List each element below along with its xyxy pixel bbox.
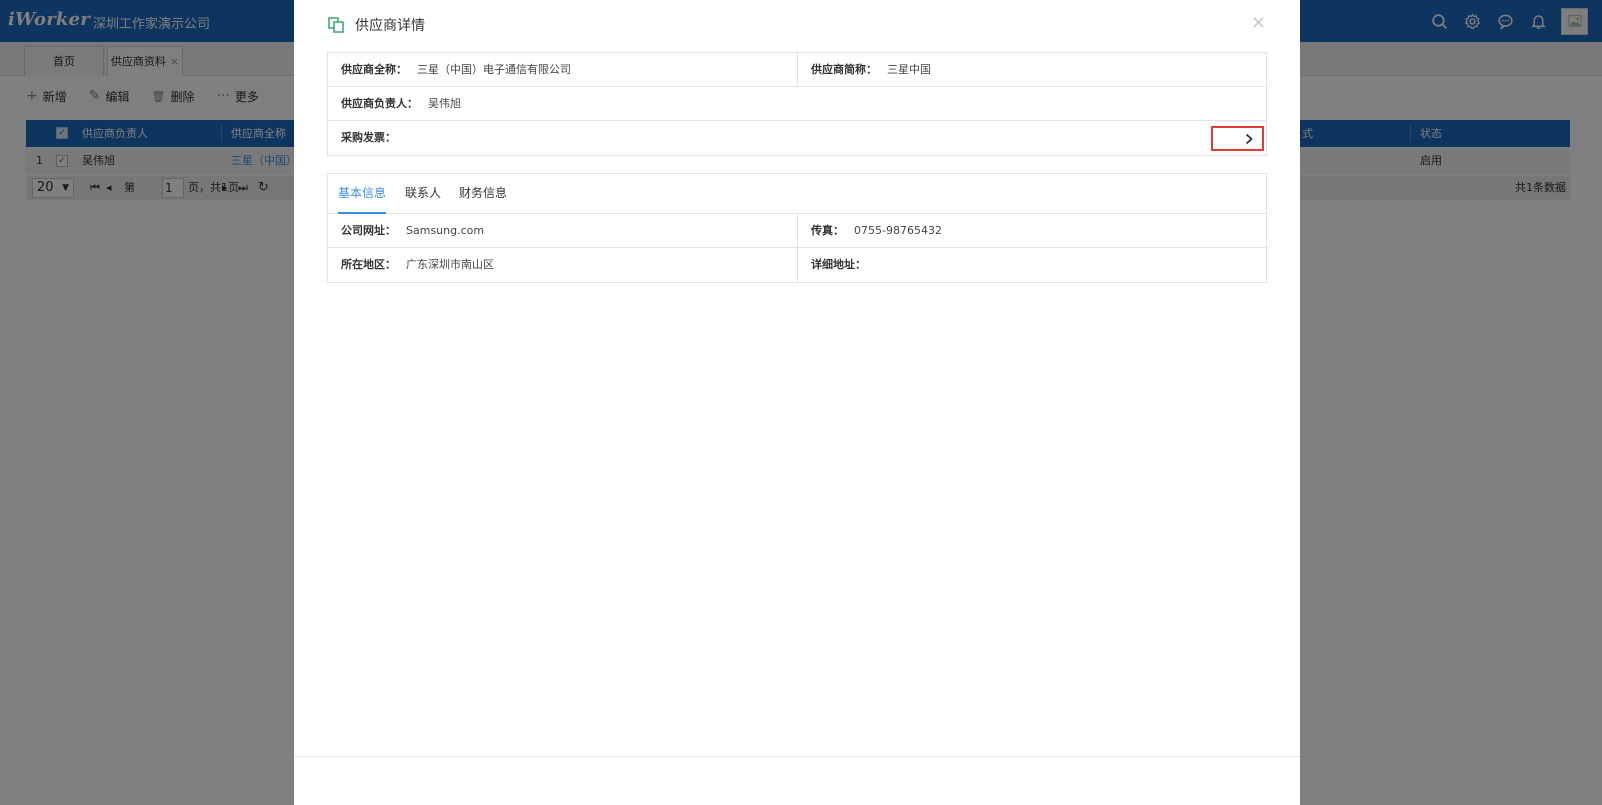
owner-label: 供应商负责人： (341, 97, 418, 110)
modal-header: 供应商详情 × (294, 0, 1300, 50)
close-icon[interactable]: × (1251, 14, 1266, 32)
detail-row-region-address: 所在地区： 广东深圳市南山区 详细地址： (328, 248, 1266, 282)
full-name-label: 供应商全称： (341, 63, 407, 76)
region-field: 所在地区： 广东深圳市南山区 (328, 248, 798, 282)
fax-value: 0755-98765432 (854, 224, 942, 237)
short-name-field: 供应商简称： 三星中国 (798, 53, 1268, 87)
tab-finance-info[interactable]: 财务信息 (459, 174, 507, 214)
summary-row-names: 供应商全称： 三星（中国）电子通信有限公司 供应商简称： 三星中国 (328, 53, 1266, 87)
detail-row-web-fax: 公司网址： Samsung.com 传真： 0755-98765432 (328, 214, 1266, 248)
supplier-detail-modal: 供应商详情 × 供应商全称： 三星（中国）电子通信有限公司 供应商简称： 三星中国 … (294, 0, 1300, 805)
region-value: 广东深圳市南山区 (406, 258, 494, 271)
address-label: 详细地址： (811, 258, 866, 271)
summary-row-owner: 供应商负责人： 吴伟旭 (328, 87, 1266, 121)
tab-contacts[interactable]: 联系人 (405, 174, 441, 214)
fax-field: 传真： 0755-98765432 (798, 214, 1268, 248)
owner-value: 吴伟旭 (428, 97, 461, 110)
full-name-field: 供应商全称： 三星（中国）电子通信有限公司 (328, 53, 798, 87)
region-label: 所在地区： (341, 258, 396, 271)
short-name-value: 三星中国 (887, 63, 931, 76)
supplier-summary: 供应商全称： 三星（中国）电子通信有限公司 供应商简称： 三星中国 供应商负责人： 吴… (327, 52, 1267, 156)
invoice-label: 采购发票： (341, 131, 396, 144)
fax-label: 传真： (811, 224, 844, 237)
full-name-value: 三星（中国）电子通信有限公司 (417, 63, 571, 76)
website-label: 公司网址： (341, 224, 396, 237)
modal-footer-divider (294, 756, 1300, 757)
chevron-right-icon (1245, 133, 1253, 144)
website-field: 公司网址： Samsung.com (328, 214, 798, 248)
address-field: 详细地址： (798, 248, 1268, 282)
tab-basic-info[interactable]: 基本信息 (338, 174, 387, 214)
invoice-field: 采购发票： (328, 121, 1268, 155)
detail-tabs-panel: 基本信息 联系人 财务信息 公司网址： Samsung.com 传真： 0755-9… (327, 173, 1267, 283)
modal-title: 供应商详情 (355, 18, 425, 34)
short-name-label: 供应商简称： (811, 63, 877, 76)
detail-tab-bar: 基本信息 联系人 财务信息 (328, 174, 1266, 214)
invoice-expand-button[interactable] (1211, 126, 1264, 151)
website-value: Samsung.com (406, 224, 485, 237)
detail-icon (328, 17, 344, 33)
owner-field: 供应商负责人： 吴伟旭 (328, 87, 1268, 121)
summary-row-invoice[interactable]: 采购发票： (328, 121, 1266, 155)
